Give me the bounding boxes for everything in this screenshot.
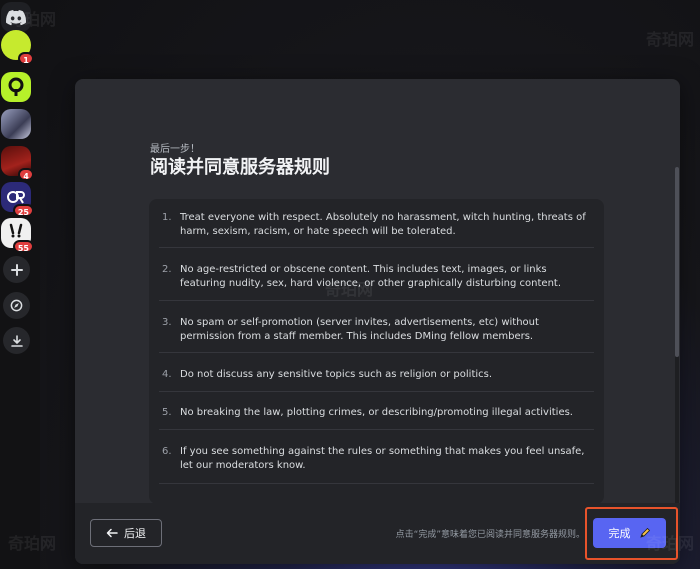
back-button[interactable]: 后退 (90, 519, 162, 547)
done-button-label: 完成 (608, 527, 631, 540)
discord-home-button[interactable] (1, 2, 31, 32)
arrow-left-icon (106, 528, 118, 538)
divider (159, 483, 594, 484)
divider (159, 300, 594, 301)
server-icon-gr[interactable]: 25 (1, 182, 34, 217)
unread-badge: 4 (18, 168, 34, 181)
discord-logo-icon (6, 9, 26, 25)
explore-button[interactable] (3, 292, 30, 319)
rule-item: 6. If you see something against the rule… (162, 446, 585, 471)
unread-badge: 1 (18, 52, 34, 65)
compass-icon (10, 299, 23, 312)
server-rules-modal: 最后一步！ 阅读并同意服务器规则 1. Treat everyone with … (75, 79, 680, 564)
rule-item: 5. No breaking the law, plotting crimes,… (162, 407, 573, 418)
divider (159, 391, 594, 392)
rule-item: 3. No spam or self-promotion (server inv… (162, 317, 539, 342)
divider (159, 429, 594, 430)
plus-icon (10, 263, 23, 276)
divider (159, 247, 594, 248)
rule-item: 4. Do not discuss any sensitive topics s… (162, 369, 493, 380)
download-icon (10, 334, 23, 347)
server-icon-red[interactable]: 4 (1, 146, 34, 181)
keyhole-icon (8, 77, 24, 96)
unread-badge: 25 (12, 204, 34, 217)
agreement-notice: 点击“完成”意味着您已阅读并同意服务器规则。 (395, 530, 585, 540)
gr-logo-icon (7, 191, 25, 204)
server-icon-bunny[interactable]: 55 (1, 218, 34, 253)
modal-title: 阅读并同意服务器规则 (150, 157, 330, 178)
server-sidebar: 1 4 25 55 (0, 0, 40, 569)
server-icon-key[interactable] (1, 72, 31, 102)
download-button[interactable] (3, 327, 30, 354)
rule-item: 2. No age-restricted or obscene content.… (162, 264, 562, 289)
scrollbar-thumb[interactable] (675, 167, 679, 357)
modal-footer: 后退 点击“完成”意味着您已阅读并同意服务器规则。 完成 (75, 503, 680, 564)
unread-badge: 55 (12, 240, 34, 253)
add-server-button[interactable] (3, 256, 30, 283)
rule-item: 1. Treat everyone with respect. Absolute… (162, 212, 586, 237)
done-button-highlight: 完成 (585, 507, 678, 560)
back-button-label: 后退 (124, 527, 146, 540)
divider (159, 352, 594, 353)
server-icon-anime[interactable] (1, 109, 31, 139)
pencil-icon (639, 527, 650, 538)
done-button[interactable]: 完成 (593, 518, 666, 548)
rules-list[interactable]: 1. Treat everyone with respect. Absolute… (149, 199, 604, 504)
server-icon-green[interactable]: 1 (1, 30, 34, 65)
modal-scrollbar[interactable] (675, 167, 679, 527)
